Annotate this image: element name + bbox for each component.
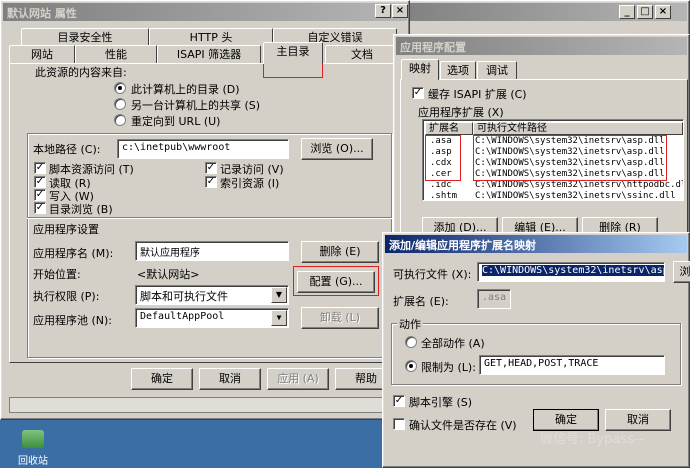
start-point-label: 开始位置:: [33, 268, 81, 281]
tab-options[interactable]: 选项: [440, 61, 476, 80]
ext-mapping-title: 添加/编辑应用程序扩展名映射: [389, 239, 537, 252]
ok-button[interactable]: 确定: [131, 368, 193, 390]
ext-field[interactable]: .asa: [477, 289, 511, 309]
radio-local-dir-label: 此计算机上的目录 (D): [131, 83, 240, 96]
radio-redirect-url-label: 重定向到 URL (U): [131, 115, 221, 128]
app-pool-label: 应用程序池 (N):: [33, 314, 113, 327]
app-pool-select[interactable]: DefaultAppPool ▼: [135, 308, 289, 328]
limit-verbs-field[interactable]: GET,HEAD,POST,TRACE: [479, 355, 665, 375]
tab-mappings[interactable]: 映射: [401, 59, 439, 80]
exec-perm-select[interactable]: 脚本和可执行文件 ▼: [135, 285, 289, 305]
chk-script-source[interactable]: ✓: [34, 162, 46, 174]
horizontal-scrollbar[interactable]: [9, 397, 401, 413]
exec-perm-label: 执行权限 (P):: [33, 290, 100, 303]
close-icon[interactable]: ×: [392, 4, 408, 18]
watermark-text: 微信号: Bypass--: [540, 432, 644, 447]
content-source-label: 此资源的内容来自:: [35, 66, 127, 79]
local-path-field[interactable]: c:\inetpub\wwwroot: [117, 139, 289, 159]
recycle-bin-label[interactable]: 回收站: [18, 452, 48, 467]
apply-button[interactable]: 应用 (A): [267, 368, 329, 390]
exe-label: 可执行文件 (X):: [393, 268, 472, 281]
browse-exe-button[interactable]: 浏: [673, 261, 690, 283]
tab-home-directory[interactable]: 主目录: [263, 42, 323, 64]
radio-all-verbs[interactable]: [405, 336, 417, 348]
close-button[interactable]: ×: [655, 5, 671, 19]
chk-log-visits[interactable]: ✓: [205, 162, 217, 174]
exec-perm-value: 脚本和可执行文件: [140, 290, 228, 303]
verbs-group-label: 动作: [397, 316, 423, 332]
chk-verify-file-label: 确认文件是否存在 (V): [409, 419, 517, 432]
radio-all-verbs-label: 全部动作 (A): [421, 337, 485, 350]
ext-mapping-dialog: 添加/编辑应用程序扩展名映射 可执行文件 (X): C:\WINDOWS\sys…: [382, 232, 690, 468]
separator: [27, 217, 392, 219]
tab-website[interactable]: 网站: [9, 45, 75, 64]
chevron-down-icon[interactable]: ▼: [271, 287, 287, 303]
properties-title: 默认网站 属性: [7, 7, 77, 20]
exe-path-value: C:\WINDOWS\system32\inetsrv\asp.dll: [482, 265, 664, 276]
app-name-label: 应用程序名 (M):: [33, 247, 114, 260]
chk-index-label: 索引资源 (I): [220, 177, 280, 190]
verbs-group: [391, 323, 681, 385]
minimize-button[interactable]: _: [619, 5, 635, 19]
chevron-down-icon[interactable]: ▼: [271, 310, 287, 326]
highlight-box-path: [473, 135, 667, 181]
tab-performance[interactable]: 性能: [75, 45, 157, 64]
chk-dir-browse-label: 目录浏览 (B): [49, 203, 113, 216]
radio-redirect-url[interactable]: [114, 114, 126, 126]
app-config-titlebar: 应用程序配置: [396, 37, 687, 55]
recycle-bin-icon[interactable]: [22, 430, 44, 448]
cancel-button[interactable]: 取消: [199, 368, 261, 390]
chk-verify-file[interactable]: [393, 418, 405, 430]
local-path-label: 本地路径 (C):: [33, 143, 101, 156]
maximize-button[interactable]: □: [637, 5, 653, 19]
ext-group-label: 应用程序扩展 (X): [418, 106, 504, 119]
col-path-header[interactable]: 可执行文件路径: [473, 122, 683, 135]
app-pool-value: DefaultAppPool: [140, 311, 225, 322]
chk-cache-isapi-label: 缓存 ISAPI 扩展 (C): [428, 88, 527, 101]
browse-button[interactable]: 浏览 (O)...: [301, 138, 373, 160]
list-item[interactable]: .shtm C:\WINDOWS\system32\inetsrv\ssinc.d…: [425, 191, 681, 200]
help-icon[interactable]: ?: [375, 4, 391, 18]
col-ext-header[interactable]: 扩展名: [425, 122, 473, 135]
properties-dialog: 默认网站 属性 ? × 目录安全性 HTTP 头 自定义错误 网站 性能 ISA…: [0, 0, 410, 420]
chk-write[interactable]: ✓: [34, 189, 46, 201]
tab-documents[interactable]: 文档: [325, 45, 399, 64]
chk-script-engine-label: 脚本引擎 (S): [409, 396, 473, 409]
radio-limit-verbs-label: 限制为 (L):: [421, 361, 476, 374]
app-name-field[interactable]: 默认应用程序: [135, 241, 289, 261]
app-config-title: 应用程序配置: [400, 41, 466, 54]
chk-script-engine[interactable]: ✓: [393, 395, 405, 407]
highlight-box-ext: [425, 135, 461, 181]
radio-network-share-label: 另一台计算机上的共享 (S): [131, 99, 261, 112]
ext-mapping-titlebar: 添加/编辑应用程序扩展名映射: [385, 235, 687, 253]
radio-local-dir[interactable]: [114, 82, 126, 94]
start-point-value: <默认网站>: [137, 268, 200, 281]
chk-index[interactable]: ✓: [205, 176, 217, 188]
tab-isapi-filters[interactable]: ISAPI 筛选器: [157, 45, 261, 64]
exe-path-field[interactable]: C:\WINDOWS\system32\inetsrv\asp.dll: [477, 262, 665, 282]
radio-limit-verbs[interactable]: [405, 360, 417, 372]
chk-cache-isapi[interactable]: ✓: [412, 87, 424, 99]
unload-button[interactable]: 卸载 (L): [301, 307, 379, 329]
remove-button[interactable]: 删除 (E): [301, 241, 379, 263]
chk-read[interactable]: ✓: [34, 176, 46, 188]
ext-label: 扩展名 (E):: [393, 295, 449, 308]
list-item[interactable]: .idc C:\WINDOWS\system32\inetsrv\httpodbc…: [425, 180, 683, 191]
app-settings-label: 应用程序设置: [33, 223, 99, 236]
properties-titlebar: 默认网站 属性: [3, 3, 407, 21]
radio-network-share[interactable]: [114, 98, 126, 110]
highlight-box-config: [293, 266, 379, 296]
chk-dir-browse[interactable]: ✓: [34, 202, 46, 214]
app-config-dialog: 应用程序配置 映射 选项 调试 ✓ 缓存 ISAPI 扩展 (C) 应用程序扩展…: [393, 34, 690, 264]
tab-debugging[interactable]: 调试: [477, 61, 517, 80]
